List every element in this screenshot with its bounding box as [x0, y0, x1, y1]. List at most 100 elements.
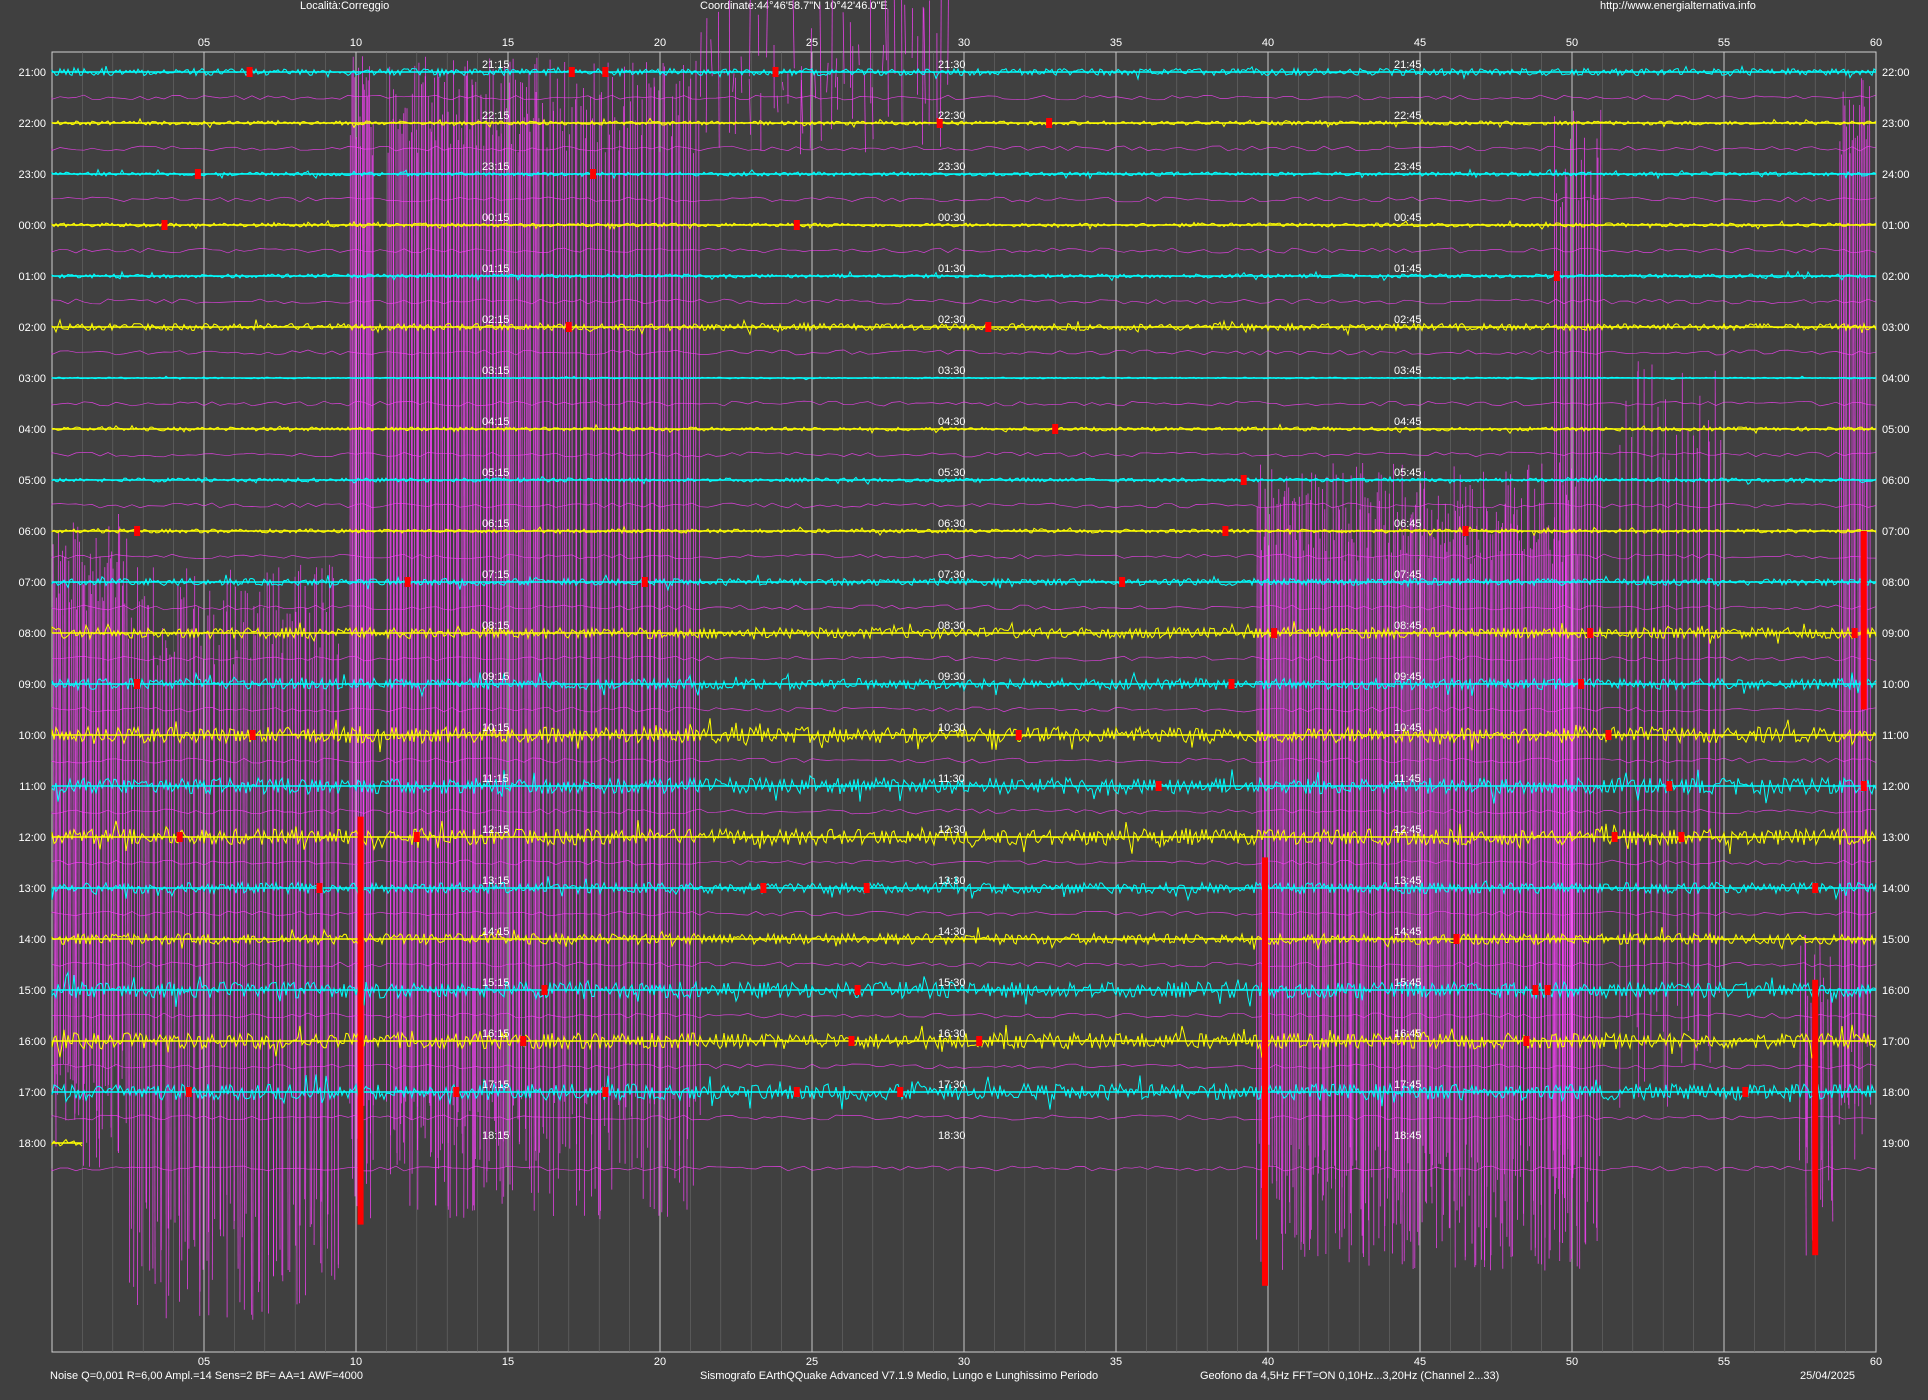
event-marker — [1119, 577, 1126, 587]
event-marker — [602, 1087, 609, 1097]
fft-line — [1656, 406, 1659, 1012]
event-marker — [246, 67, 253, 77]
row-time-right: 05:00 — [1882, 424, 1910, 436]
x-tick-label-top: 10 — [350, 37, 362, 49]
row-time-right: 13:00 — [1882, 832, 1910, 844]
fft-line — [1636, 361, 1639, 1028]
row-time-left: 05:00 — [18, 475, 46, 487]
row-quarter-label: 06:15 — [482, 518, 510, 530]
row-quarter-label: 07:45 — [1394, 569, 1422, 581]
spike-bar — [1860, 531, 1867, 710]
fft-line — [1376, 492, 1379, 1147]
row-quarter-label: 07:15 — [482, 569, 510, 581]
fft-line — [831, 0, 833, 130]
event-marker — [161, 220, 168, 230]
row-time-right: 08:00 — [1882, 577, 1910, 589]
row-quarter-label: 02:30 — [938, 314, 966, 326]
event-marker — [1544, 985, 1551, 995]
fft-line — [208, 590, 211, 1316]
fft-line — [1444, 503, 1447, 1157]
row-time-left: 02:00 — [18, 322, 46, 334]
row-time-left: 07:00 — [18, 577, 46, 589]
row-time-right: 14:00 — [1882, 883, 1910, 895]
x-tick-label-top: 50 — [1566, 37, 1578, 49]
fft-line — [893, 0, 896, 74]
fft-line — [776, 95, 779, 113]
x-tick-label-bottom: 45 — [1414, 1356, 1426, 1368]
fft-line — [1428, 557, 1431, 1155]
fft-line — [410, 132, 413, 1120]
fft-line — [107, 526, 110, 1096]
row-quarter-label: 21:30 — [938, 59, 966, 71]
fft-line — [835, 58, 838, 88]
fft-line — [1476, 508, 1478, 1163]
fft-line — [1810, 1002, 1813, 1241]
event-marker — [1015, 730, 1022, 740]
x-tick-label-bottom: 55 — [1718, 1356, 1730, 1368]
fft-line — [1508, 474, 1511, 1247]
fft-line — [1294, 501, 1297, 1238]
fft-line — [527, 113, 529, 1097]
fft-line — [1681, 372, 1683, 1064]
fft-line — [1365, 547, 1368, 1204]
fft-line — [309, 612, 311, 1228]
spike-bar — [1812, 979, 1819, 1256]
fft-line — [461, 144, 465, 1154]
row-time-left: 23:00 — [18, 169, 46, 181]
fft-line — [405, 108, 408, 1102]
fft-line — [842, 12, 845, 84]
x-tick-label-top: 45 — [1414, 37, 1426, 49]
event-marker — [1578, 679, 1585, 689]
fft-line — [147, 605, 151, 1271]
row-quarter-label: 17:45 — [1394, 1079, 1422, 1091]
fft-line — [1436, 519, 1438, 1249]
fft-line — [356, 136, 358, 1207]
fft-line — [104, 567, 106, 1087]
fft-line — [1869, 86, 1872, 1105]
event-marker — [194, 169, 201, 179]
fft-line — [257, 613, 260, 1293]
fft-line — [1363, 497, 1366, 1258]
fft-line — [687, 86, 690, 1140]
event-marker — [1532, 985, 1539, 995]
fft-line — [685, 120, 688, 1210]
row-quarter-label: 15:45 — [1394, 977, 1422, 989]
fft-line — [183, 597, 186, 1242]
row-quarter-label: 10:30 — [938, 722, 966, 734]
row-quarter-label: 01:30 — [938, 263, 966, 275]
row-time-left: 08:00 — [18, 628, 46, 640]
fft-line — [705, 18, 708, 133]
row-quarter-label: 14:30 — [938, 926, 966, 938]
row-time-right: 19:00 — [1882, 1138, 1910, 1150]
x-tick-label-top: 20 — [654, 37, 666, 49]
row-time-left: 16:00 — [18, 1036, 46, 1048]
fft-line — [749, 0, 751, 77]
fft-line — [882, 44, 884, 73]
row-quarter-label: 15:15 — [482, 977, 510, 989]
event-marker — [793, 220, 800, 230]
fft-line — [57, 532, 59, 1095]
fft-line — [386, 152, 389, 1102]
fft-line — [1483, 488, 1485, 1268]
fft-line — [1534, 542, 1537, 1248]
row-quarter-label: 02:45 — [1394, 314, 1422, 326]
fft-line — [748, 78, 751, 135]
row-quarter-label: 18:45 — [1394, 1130, 1422, 1142]
fft-line — [1437, 495, 1440, 1164]
event-marker — [590, 169, 597, 179]
fft-line — [1256, 506, 1258, 1240]
event-marker — [1605, 730, 1612, 740]
fft-line — [792, 0, 795, 69]
row-quarter-label: 11:45 — [1394, 773, 1421, 785]
fft-line — [367, 80, 370, 1101]
fft-line — [625, 127, 628, 1108]
fft-line — [1559, 207, 1561, 1262]
fft-line — [604, 152, 606, 1127]
row-time-right: 11:00 — [1882, 730, 1909, 742]
fft-line — [83, 565, 86, 1084]
fft-line — [1418, 558, 1420, 1246]
fft-line — [1316, 530, 1319, 1257]
row-time-left: 22:00 — [18, 118, 46, 130]
row-quarter-label: 03:15 — [482, 365, 510, 377]
fft-line — [1650, 364, 1653, 1042]
